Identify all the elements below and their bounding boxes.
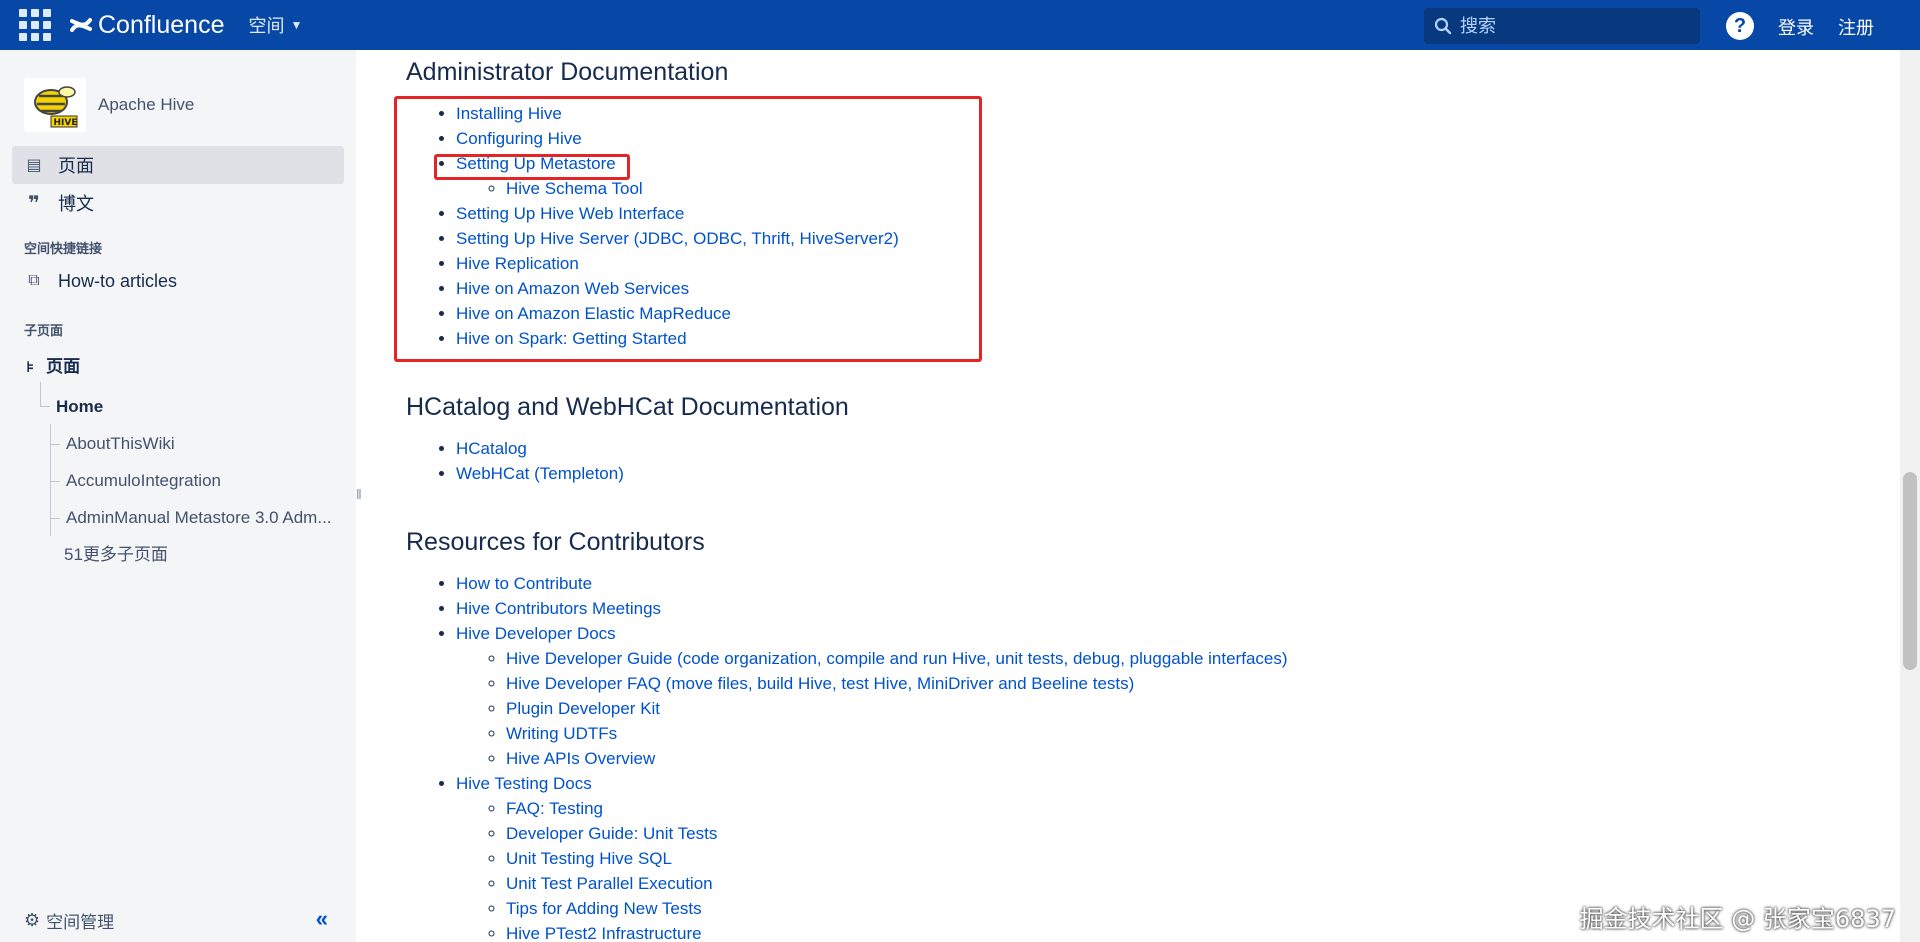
list-item: Unit Testing Hive SQL: [506, 846, 1900, 871]
tree-item-accumulointegration[interactable]: AccumuloIntegration: [66, 462, 346, 499]
more-child-pages-link[interactable]: 51更多子页面: [64, 536, 168, 573]
admin-docs-highlight-box: [394, 96, 982, 362]
contributors-heading: Resources for Contributors: [406, 528, 705, 556]
tree-item-home[interactable]: Home: [56, 388, 103, 425]
tree-item-adminmanual-metastore[interactable]: AdminManual Metastore 3.0 Adm...: [66, 499, 346, 536]
tree-root[interactable]: ⊧ 页面: [26, 348, 80, 385]
list-item: How to Contribute: [456, 571, 1900, 596]
copy-icon: ⧉: [28, 272, 40, 289]
vertical-scrollbar[interactable]: [1900, 50, 1920, 942]
search-icon: [1434, 17, 1452, 35]
link-developer-docs[interactable]: Hive Developer Docs: [456, 624, 616, 643]
sidebar-item-pages[interactable]: ▤ 页面: [12, 146, 344, 184]
page-icon: ▤: [26, 157, 42, 174]
link-plugin-developer-kit[interactable]: Plugin Developer Kit: [506, 699, 660, 718]
contributors-list: How to Contribute Hive Contributors Meet…: [406, 571, 1900, 942]
space-sidebar: HIVE Apache Hive ▤ 页面 ❞ 博文 空间快捷链接 ⧉ How-…: [0, 50, 356, 942]
collapse-sidebar-button[interactable]: «: [316, 906, 328, 932]
sidebar-item-how-to-articles[interactable]: ⧉ How-to articles: [12, 262, 344, 300]
list-item: Plugin Developer Kit: [506, 696, 1900, 721]
space-settings[interactable]: ⚙ 空间管理: [0, 898, 356, 942]
search-box[interactable]: [1424, 8, 1700, 44]
list-item: Unit Test Parallel Execution: [506, 871, 1900, 896]
link-webhcat[interactable]: WebHCat (Templeton): [456, 464, 624, 483]
tree-root-label: 页面: [46, 357, 81, 376]
link-hive-apis-overview[interactable]: Hive APIs Overview: [506, 749, 655, 768]
sidebar-item-label: 页面: [58, 156, 94, 176]
list-item: Developer Guide: Unit Tests: [506, 821, 1900, 846]
space-menu-label: 空间: [248, 16, 285, 36]
admin-docs-heading: Administrator Documentation: [406, 58, 729, 86]
scrollbar-thumb[interactable]: [1903, 472, 1917, 670]
tree-item-aboutthiswiki[interactable]: AboutThisWiki: [66, 425, 346, 462]
link-developer-faq[interactable]: Hive Developer FAQ: [506, 674, 661, 693]
list-item: WebHCat (Templeton): [456, 461, 1900, 486]
sidebar-item-label: 博文: [58, 194, 94, 214]
chevron-down-icon: ▼: [290, 18, 303, 32]
link-faq-testing[interactable]: FAQ: Testing: [506, 799, 603, 818]
shortcuts-section-title: 空间快捷链接: [24, 241, 103, 256]
list-item: Hive Developer FAQ (move files, build Hi…: [506, 671, 1900, 696]
link-hcatalog[interactable]: HCatalog: [456, 439, 527, 458]
space-name[interactable]: Apache Hive: [98, 95, 194, 115]
list-item: Hive Developer Docs Hive Developer Guide…: [456, 621, 1900, 771]
metastore-highlight-box: [434, 154, 630, 180]
link-unit-testing-sql[interactable]: Unit Testing Hive SQL: [506, 849, 672, 868]
brand-name: Confluence: [98, 10, 225, 39]
sidebar-item-blog[interactable]: ❞ 博文: [12, 184, 344, 222]
link-developer-faq-suffix[interactable]: (move files, build Hive, test Hive, Mini…: [661, 674, 1135, 693]
sub-list: Hive Developer Guide (code organization,…: [456, 646, 1900, 771]
sidebar-item-label: How-to articles: [58, 270, 178, 291]
space-header[interactable]: HIVE Apache Hive: [0, 50, 356, 140]
hive-space-logo: HIVE: [24, 78, 86, 132]
link-adding-tests[interactable]: Tips for Adding New Tests: [506, 899, 702, 918]
list-item: Writing UDTFs: [506, 721, 1900, 746]
hcatalog-list: HCatalog WebHCat (Templeton): [406, 436, 1900, 486]
space-menu-dropdown[interactable]: 空间 ▼: [248, 12, 302, 38]
link-writing-udtfs[interactable]: Writing UDTFs: [506, 724, 617, 743]
gear-icon: ⚙: [24, 909, 41, 930]
link-how-to-contribute[interactable]: How to Contribute: [456, 574, 592, 593]
list-item: FAQ: Testing: [506, 796, 1900, 821]
list-item: HCatalog: [456, 436, 1900, 461]
list-item: Hive APIs Overview: [506, 746, 1900, 771]
watermark-text: 掘金技术社区 @ 张家宝6837: [1579, 905, 1896, 933]
link-developer-guide[interactable]: Hive Developer Guide: [506, 649, 672, 668]
confluence-x-icon: [70, 18, 92, 32]
top-navigation-bar: Confluence 空间 ▼ ? 登录 注册: [0, 0, 1920, 50]
login-link[interactable]: 登录: [1778, 14, 1814, 40]
quote-icon: ❞: [28, 192, 40, 215]
link-unit-tests-guide[interactable]: Developer Guide: Unit Tests: [506, 824, 717, 843]
page-tree: ⊧ 页面 Home AboutThisWiki AccumuloIntegrati…: [0, 344, 356, 584]
link-ptest2[interactable]: Hive PTest2 Infrastructure: [506, 924, 702, 942]
space-settings-label: 空间管理: [46, 912, 115, 932]
svg-text:HIVE: HIVE: [54, 118, 78, 128]
list-item: Hive Contributors Meetings: [456, 596, 1900, 621]
app-switcher-grid-icon[interactable]: [18, 8, 52, 42]
register-link[interactable]: 注册: [1838, 14, 1874, 40]
link-parallel-execution[interactable]: Unit Test Parallel Execution: [506, 874, 713, 893]
confluence-logo[interactable]: Confluence: [70, 11, 224, 40]
hive-bee-logo-icon: HIVE: [34, 86, 78, 128]
tree-icon: ⊧: [26, 359, 35, 376]
search-input[interactable]: [1460, 15, 1680, 37]
child-pages-section-title: 子页面: [24, 323, 64, 338]
list-item: Hive Developer Guide (code organization,…: [506, 646, 1900, 671]
link-developer-guide-suffix[interactable]: (code organization, compile and run Hive…: [672, 649, 1287, 668]
hcatalog-heading: HCatalog and WebHCat Documentation: [406, 393, 849, 421]
link-contributors-meetings[interactable]: Hive Contributors Meetings: [456, 599, 661, 618]
help-icon[interactable]: ?: [1726, 12, 1754, 40]
link-testing-docs[interactable]: Hive Testing Docs: [456, 774, 592, 793]
